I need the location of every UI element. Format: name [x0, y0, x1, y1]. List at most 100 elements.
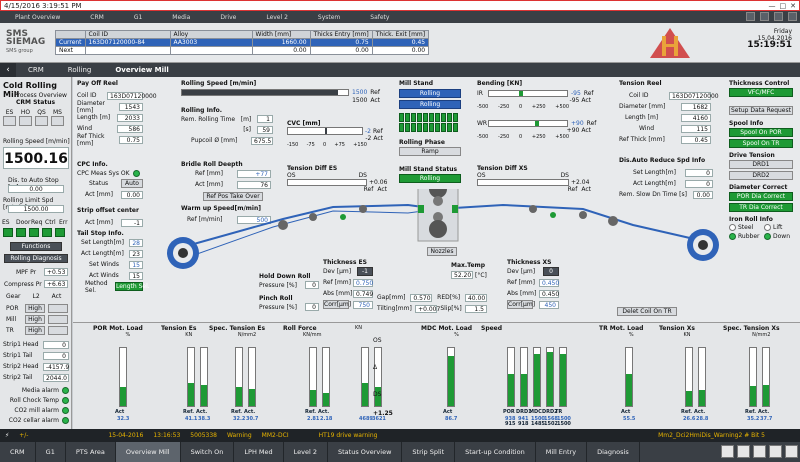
topnav-media[interactable]: Media — [157, 14, 205, 21]
topnav-system[interactable]: System — [303, 14, 355, 21]
alarm-source: MM2-DCI — [261, 432, 289, 439]
breadcrumb-rolling[interactable]: Rolling — [56, 66, 104, 74]
screen-icon[interactable] — [721, 445, 734, 458]
es-corr-button[interactable]: Corr[µm] — [323, 300, 351, 309]
spool-on-por-button[interactable]: Spool On POR — [729, 128, 793, 137]
botnav-overview-mill[interactable]: Overview Mill — [115, 442, 181, 462]
tr-key: Length [m] — [625, 114, 659, 121]
botnav-status-overview[interactable]: Status Overview — [328, 442, 403, 462]
tr-dia-correct-button[interactable]: TR Dia Correct — [729, 203, 793, 212]
close-icon[interactable]: ✕ — [790, 2, 796, 10]
drd2-select[interactable]: DRD2 — [729, 171, 793, 180]
list-item: Set Winds 15 — [77, 259, 143, 270]
alarm-icon[interactable] — [774, 12, 783, 21]
bridle-ref-value[interactable]: +77 — [237, 169, 271, 178]
gauge-bar-value: 37.7 — [760, 416, 773, 422]
botnav-diagnosis[interactable]: Diagnosis — [587, 442, 640, 462]
por-dia-correct-button[interactable]: POR Dia Correct — [729, 192, 793, 201]
list-item: Dev [µm] 0 — [507, 266, 559, 277]
speed-ref-value: 918 — [518, 421, 529, 427]
minimize-icon[interactable]: — — [769, 2, 776, 10]
tailstop-value[interactable]: 15 — [129, 260, 143, 269]
payoff-key: Wind — [77, 125, 93, 132]
breadcrumb-crm[interactable]: CRM — [16, 66, 56, 74]
mill-stand-select[interactable]: Rolling — [399, 100, 461, 109]
status-qs-button[interactable] — [35, 116, 48, 126]
table-row[interactable]: Next 0.00 0.00 0.00 — [55, 46, 430, 55]
drd1-select[interactable]: DRD1 — [729, 160, 793, 169]
user-icon[interactable] — [788, 12, 797, 21]
cpc-status-value[interactable]: Auto — [121, 179, 143, 188]
status-ho-button[interactable] — [19, 116, 32, 126]
list-item: Ref Thick [mm] 0.75 — [77, 133, 143, 147]
botnav-startup-condition[interactable]: Start-up Condition — [455, 442, 536, 462]
rolling-diagnosis-button[interactable]: Rolling Diagnosis — [4, 254, 68, 263]
es-dev-value: -1 — [357, 267, 373, 276]
topnav-drive[interactable]: Drive — [205, 14, 251, 21]
speed-ref-value: 1500 — [557, 421, 571, 427]
hold-down-pressure-value: 0 — [305, 281, 319, 289]
lift-radio[interactable] — [764, 224, 771, 231]
cpc-panel: CPC Info. CPC Meas Sys OK Status Auto Act… — [77, 161, 143, 200]
spool-on-tr-button[interactable]: Spool On TR — [729, 139, 793, 148]
setup-data-request-button[interactable]: Setup Data Request — [729, 106, 793, 115]
delete-coil-on-tr-button[interactable]: Delet Coil On TR — [617, 307, 677, 316]
alarm-bar[interactable]: ⚡ +/- 15-04-2016 13:16:53 5005338 Warnin… — [0, 429, 800, 442]
botnav-crm[interactable]: CRM — [0, 442, 36, 462]
gauge-2: Spec. Tension Es N/mm2 Ref. 32.2 Act. 30.7 — [209, 325, 265, 422]
camera-icon[interactable] — [769, 445, 782, 458]
botnav-mill-entry[interactable]: Mill Entry — [536, 442, 588, 462]
tailstop-value[interactable]: 28 — [129, 238, 143, 247]
topnav-crm[interactable]: CRM — [75, 14, 119, 21]
topnav-level-2[interactable]: Level 2 — [251, 14, 303, 21]
dev-label: Dev [µm] — [507, 268, 536, 275]
document-icon[interactable] — [753, 445, 766, 458]
steel-radio[interactable] — [729, 224, 736, 231]
botnav-lph-med[interactable]: LPH Med — [234, 442, 284, 462]
rubber-radio[interactable] — [729, 233, 736, 240]
back-arrow-icon[interactable]: ‹ — [0, 63, 16, 77]
comp-label: Compress Pr — [4, 281, 42, 288]
status-ms-button[interactable] — [51, 116, 64, 126]
tick-label: +500 — [555, 134, 569, 140]
ir-act-value: -95 — [569, 97, 580, 104]
stand-indicator — [411, 113, 416, 122]
method-select-button[interactable]: Length Sel. — [115, 282, 150, 291]
thickness-control-select[interactable]: VFC/MFC — [729, 88, 793, 97]
print-icon[interactable] — [785, 445, 798, 458]
topnav-g1[interactable]: G1 — [119, 14, 157, 21]
topnav-safety[interactable]: Safety — [355, 14, 404, 21]
wr-marker — [535, 121, 539, 126]
gear-label: Gear — [6, 293, 21, 300]
set-length-value[interactable]: 0 — [685, 168, 713, 177]
trend-icon[interactable] — [737, 445, 750, 458]
gauge-bar-label: Act — [115, 409, 125, 415]
maximize-icon[interactable]: □ — [780, 2, 787, 10]
gauge-bar-label: Ref. — [681, 409, 693, 415]
botnav-switch-on[interactable]: Switch On — [181, 442, 235, 462]
botnav-g1[interactable]: G1 — [36, 442, 66, 462]
status-es: ES — [3, 109, 16, 126]
col-header: Thicks Entry [mm] — [309, 30, 373, 39]
payoff-value: 1543 — [118, 102, 143, 111]
botnav-level-2[interactable]: Level 2 — [284, 442, 328, 462]
offset-act-label: Act [mm] — [85, 219, 113, 226]
printer-icon[interactable] — [760, 12, 769, 21]
gauge-unit: % — [454, 332, 459, 338]
down-radio[interactable] — [764, 233, 771, 240]
help-icon[interactable] — [746, 12, 755, 21]
botnav-pts-area[interactable]: PTS Area — [66, 442, 116, 462]
gauge-unit: N/mm2 — [237, 332, 257, 338]
functions-button[interactable]: Functions — [10, 242, 62, 251]
breadcrumb-overview-mill[interactable]: Overview Mill — [103, 66, 181, 74]
botnav-strip-split[interactable]: Strip Split — [402, 442, 456, 462]
nozzles-button[interactable]: Nozzles — [427, 247, 457, 256]
topnav-plant-overview[interactable]: Plant Overview — [0, 14, 75, 21]
table-cell — [84, 46, 171, 55]
status-es-button[interactable] — [3, 116, 16, 126]
ir-bar — [488, 90, 568, 97]
table-row[interactable]: Current 163D07120000-84 AA3003 1660.00 0… — [55, 38, 430, 47]
pupcoil-label: Pupcoil Ø [mm] — [191, 137, 238, 144]
stand-indicator — [423, 113, 428, 122]
xs-corr-button[interactable]: Corr[µm] — [507, 300, 535, 309]
